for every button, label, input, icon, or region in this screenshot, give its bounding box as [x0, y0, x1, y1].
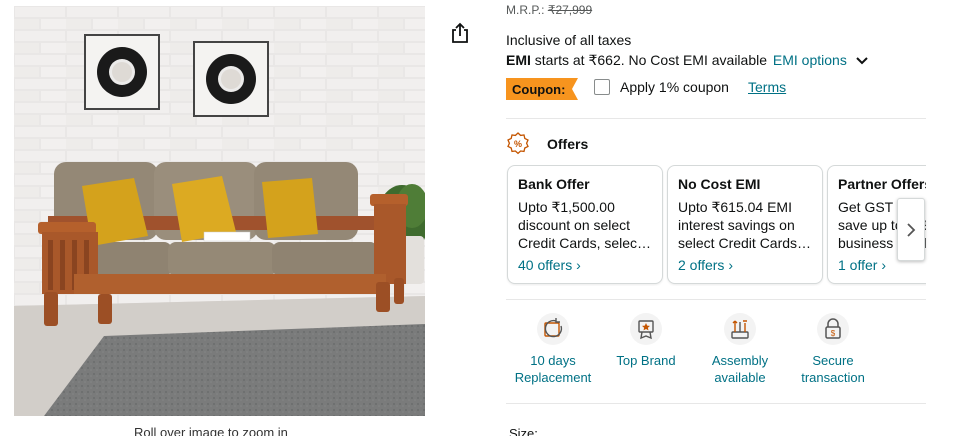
replacement-icon — [537, 313, 569, 345]
wall-art-right — [193, 41, 269, 117]
offers-carousel: Bank Offer Upto ₹1,500.00 discount on se… — [506, 165, 926, 286]
offer-card-bank[interactable]: Bank Offer Upto ₹1,500.00 discount on se… — [507, 165, 663, 284]
offer-line: Upto ₹1,500.00 — [518, 199, 615, 215]
offer-count-link[interactable]: 40 offers › — [518, 257, 652, 273]
coupon-badge: Coupon: — [506, 78, 578, 100]
wall-art-left — [84, 34, 160, 110]
feature-label: Top Brand — [616, 353, 676, 368]
emi-label: EMI — [506, 52, 531, 68]
offer-title: No Cost EMI — [678, 176, 761, 192]
offer-line: interest savings on — [678, 217, 795, 233]
offer-line: Upto ₹615.04 EMI — [678, 199, 792, 215]
mrp-label: M.R.P.: — [506, 3, 545, 17]
svg-text:%: % — [514, 139, 522, 149]
coupon-terms-link[interactable]: Terms — [748, 79, 786, 95]
assembly-tools-icon — [724, 313, 756, 345]
chevron-right-icon — [907, 223, 916, 237]
feature-assembly[interactable]: Assembly available — [688, 312, 792, 386]
emi-text: starts at ₹662. No Cost EMI available — [534, 52, 768, 68]
percent-badge-icon: % — [506, 131, 530, 155]
share-icon[interactable] — [450, 22, 470, 44]
offers-title: Offers — [547, 136, 589, 152]
mrp-price: M.R.P.: ₹27,999 — [506, 3, 592, 17]
feature-secure-transaction[interactable]: $ Secure transaction — [781, 312, 885, 386]
offer-title: Partner Offers — [838, 176, 926, 192]
feature-replacement[interactable]: 10 days Replacement — [501, 312, 605, 386]
mrp-value: ₹27,999 — [547, 3, 593, 17]
offer-description: Upto ₹615.04 EMI interest savings on sel… — [678, 198, 812, 252]
chevron-down-icon[interactable] — [855, 56, 869, 66]
coupon-label[interactable]: Apply 1% coupon — [620, 79, 729, 95]
feature-label: Secure transaction — [801, 353, 865, 385]
tax-note: Inclusive of all taxes — [506, 32, 632, 48]
emi-info: EMI starts at ₹662. No Cost EMI availabl… — [506, 52, 869, 69]
zoom-hint: Roll over image to zoom in — [134, 425, 288, 436]
svg-text:$: $ — [831, 329, 836, 338]
feature-top-brand[interactable]: Top Brand — [594, 312, 698, 369]
offer-line: discount on select — [518, 217, 631, 233]
offer-title: Bank Offer — [518, 176, 590, 192]
divider — [506, 403, 926, 404]
offer-line: Credit Cards, selec… — [518, 235, 652, 251]
divider — [506, 118, 926, 119]
offer-card-no-cost-emi[interactable]: No Cost EMI Upto ₹615.04 EMI interest sa… — [667, 165, 823, 284]
divider — [506, 299, 926, 300]
feature-label: 10 days Replacement — [514, 353, 592, 385]
size-label: Size: — [509, 426, 538, 436]
offer-description: Upto ₹1,500.00 discount on select Credit… — [518, 198, 652, 252]
coupon-checkbox[interactable] — [594, 79, 610, 95]
emi-options-link[interactable]: EMI options — [773, 52, 847, 68]
product-image[interactable] — [14, 6, 425, 416]
coupon-badge-label: Coupon: — [512, 82, 566, 97]
offer-count-link[interactable]: 2 offers › — [678, 257, 812, 273]
feature-label: Assembly available — [711, 353, 769, 385]
lock-icon: $ — [817, 313, 849, 345]
carousel-next-button[interactable] — [897, 198, 925, 261]
top-brand-icon — [630, 313, 662, 345]
offer-line: select Credit Cards… — [678, 235, 812, 251]
